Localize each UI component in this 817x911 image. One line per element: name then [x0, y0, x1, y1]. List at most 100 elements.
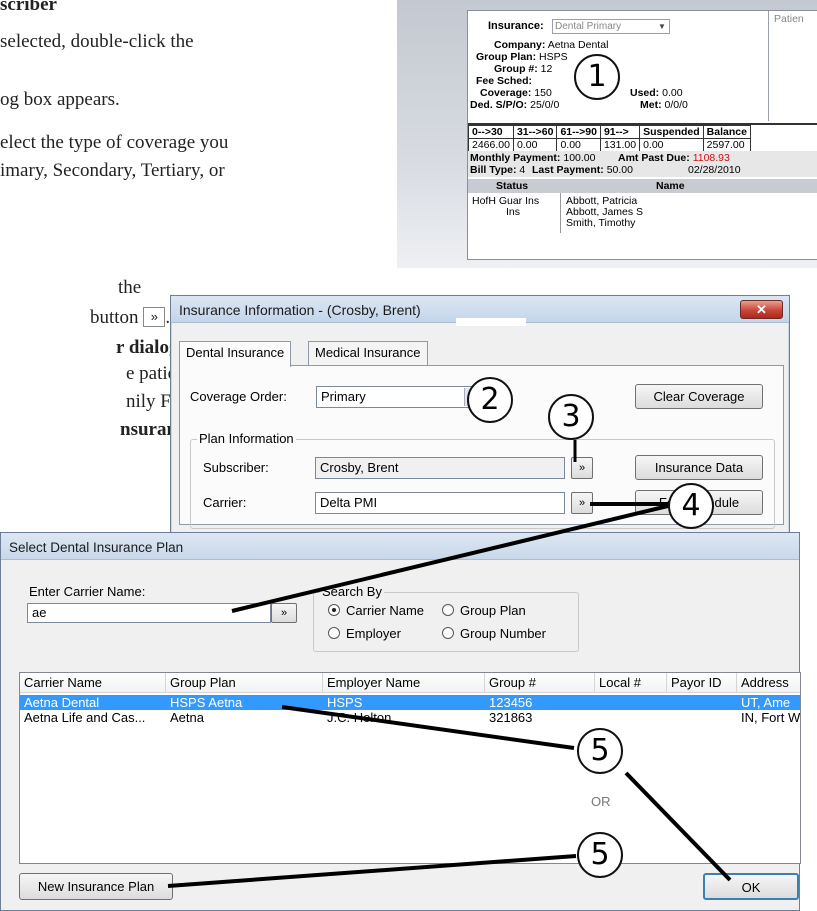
- status-header: Status: [496, 180, 529, 192]
- table-cell: J.C. Holton: [327, 710, 392, 725]
- met-value: 0/0/0: [664, 99, 688, 111]
- clear-coverage-button[interactable]: Clear Coverage: [635, 384, 763, 409]
- group-num-row: Group #: 12: [494, 63, 552, 75]
- insurance-select[interactable]: Dental Primary ▼: [552, 19, 670, 34]
- radio-checked-icon: [328, 604, 340, 616]
- table-cell: Aetna: [170, 710, 204, 725]
- doc-line-2: selected, double-click the: [0, 31, 194, 52]
- group-num-label: Group #:: [494, 63, 538, 75]
- divider: [560, 193, 561, 233]
- coverage-order-value: Primary: [321, 389, 366, 404]
- ded-label: Ded. S/P/O:: [470, 99, 528, 111]
- group-num-value: 12: [540, 63, 553, 75]
- list-header: Carrier Name Group Plan Employer Name Gr…: [20, 673, 800, 693]
- table-cell: Aetna Life and Cas...: [24, 710, 146, 725]
- doc-line-4: elect the type of coverage you: [0, 132, 229, 153]
- column-header[interactable]: Employer Name: [323, 673, 485, 693]
- member-status: Ins: [506, 206, 521, 218]
- new-insurance-plan-button[interactable]: New Insurance Plan: [19, 873, 173, 900]
- last-payment-row: Last Payment: 50.00: [532, 164, 633, 176]
- aging-header: 91-->: [599, 125, 641, 139]
- monthly-payment-label: Monthly Payment:: [470, 152, 561, 164]
- doc-line-6: the: [118, 277, 142, 298]
- radio-group-number[interactable]: Group Number: [442, 626, 546, 641]
- group-plan-row: Group Plan: HSPS: [476, 51, 568, 63]
- table-cell: Aetna Dental: [24, 695, 100, 710]
- payment-summary: Monthly Payment: 100.00 Amt Past Due: 11…: [468, 151, 817, 177]
- title-highlight: [456, 318, 526, 326]
- radio-employer[interactable]: Employer: [328, 626, 401, 641]
- search-by-group: Search By Carrier Name Group Plan Employ…: [313, 584, 579, 652]
- used-value: 0.00: [662, 87, 683, 99]
- column-header[interactable]: Group #: [485, 673, 595, 693]
- divider: [768, 11, 769, 121]
- met-label: Met:: [640, 99, 662, 111]
- ded-row: Ded. S/P/O: 25/0/0: [470, 99, 559, 111]
- aging-value: 131.00: [599, 138, 641, 152]
- fee-sched-label: Fee Sched:: [476, 75, 533, 87]
- coverage-order-label: Coverage Order:: [190, 389, 287, 404]
- select-plan-title: Select Dental Insurance Plan: [9, 540, 184, 555]
- tab-medical-insurance[interactable]: Medical Insurance: [308, 341, 428, 365]
- radio-group-plan[interactable]: Group Plan: [442, 603, 526, 618]
- insurance-select-value: Dental Primary: [555, 21, 622, 32]
- coverage-label: Coverage:: [480, 87, 532, 99]
- carrier-search-input[interactable]: ae: [27, 603, 271, 623]
- tab-dental-insurance[interactable]: Dental Insurance: [179, 341, 292, 367]
- table-row[interactable]: Aetna Life and Cas... Aetna J.C. Holton …: [20, 710, 800, 725]
- monthly-payment-row: Monthly Payment: 100.00: [470, 152, 595, 164]
- column-header[interactable]: Address: [737, 673, 800, 693]
- button-glyph-icon: »: [143, 307, 166, 327]
- search-carrier-button[interactable]: »: [271, 603, 297, 623]
- met-row: Met: 0/0/0: [640, 99, 688, 111]
- past-due-row: Amt Past Due: 1108.93: [618, 152, 730, 164]
- insurance-plan-list: Carrier Name Group Plan Employer Name Gr…: [19, 672, 801, 864]
- table-cell: HSPS: [327, 695, 363, 710]
- company-value: Aetna Dental: [547, 39, 609, 51]
- name-header: Name: [656, 180, 685, 192]
- subscriber-browse-button[interactable]: »: [571, 457, 593, 479]
- callout-3: 3: [548, 394, 594, 440]
- subscriber-field: Crosby, Brent: [315, 457, 565, 479]
- member-name[interactable]: Smith, Timothy: [566, 217, 635, 229]
- close-icon: ✕: [756, 302, 767, 317]
- group-plan-label: Group Plan:: [476, 51, 537, 63]
- doc-line-7-text: button: [90, 307, 139, 328]
- table-row[interactable]: Aetna Dental HSPS Aetna HSPS 123456 UT, …: [20, 695, 800, 710]
- patient-label: Patien: [774, 13, 804, 25]
- aging-header: 31-->60: [512, 125, 558, 139]
- radio-unchecked-icon: [442, 604, 454, 616]
- aging-value: 0.00: [556, 138, 601, 152]
- or-label: OR: [591, 794, 611, 809]
- column-header[interactable]: Group Plan: [166, 673, 323, 693]
- radio-carrier-name[interactable]: Carrier Name: [328, 603, 424, 618]
- column-header[interactable]: Payor ID: [667, 673, 737, 693]
- members-header: Status Name: [468, 179, 817, 193]
- doc-line-5: imary, Secondary, Tertiary, or: [0, 160, 225, 181]
- carrier-label: Carrier:: [203, 495, 247, 510]
- carrier-browse-button[interactable]: »: [571, 492, 593, 514]
- table-cell: 321863: [489, 710, 533, 725]
- group-plan-value: HSPS: [539, 51, 568, 63]
- radio-group-number-label: Group Number: [460, 626, 546, 641]
- doc-line-7: button ».: [90, 307, 171, 328]
- callout-5: 5: [577, 728, 623, 774]
- carrier-field[interactable]: Delta PMI: [315, 492, 565, 514]
- close-button[interactable]: ✕: [740, 300, 783, 319]
- aging-header: Balance: [702, 125, 751, 139]
- plan-information-label: Plan Information: [197, 431, 296, 446]
- aging-value: 0.00: [639, 138, 704, 152]
- ok-button[interactable]: OK: [703, 873, 799, 900]
- coverage-order-select[interactable]: Primary ▼: [316, 386, 482, 408]
- select-dental-insurance-plan-dialog: Select Dental Insurance Plan Enter Carri…: [0, 532, 801, 911]
- insurance-data-button[interactable]: Insurance Data: [635, 455, 763, 480]
- column-header[interactable]: Local #: [595, 673, 667, 693]
- aging-value: 2466.00: [468, 138, 514, 152]
- used-row: Used: 0.00: [630, 87, 683, 99]
- doc-line-3: og box appears.: [0, 89, 120, 110]
- column-header[interactable]: Carrier Name: [20, 673, 166, 693]
- aging-table: 0-->30 31-->60 61-->90 91--> Suspended B…: [468, 123, 817, 152]
- doc-line-1: scriber: [0, 0, 57, 15]
- last-payment-label: Last Payment:: [532, 164, 604, 176]
- radio-group-plan-label: Group Plan: [460, 603, 526, 618]
